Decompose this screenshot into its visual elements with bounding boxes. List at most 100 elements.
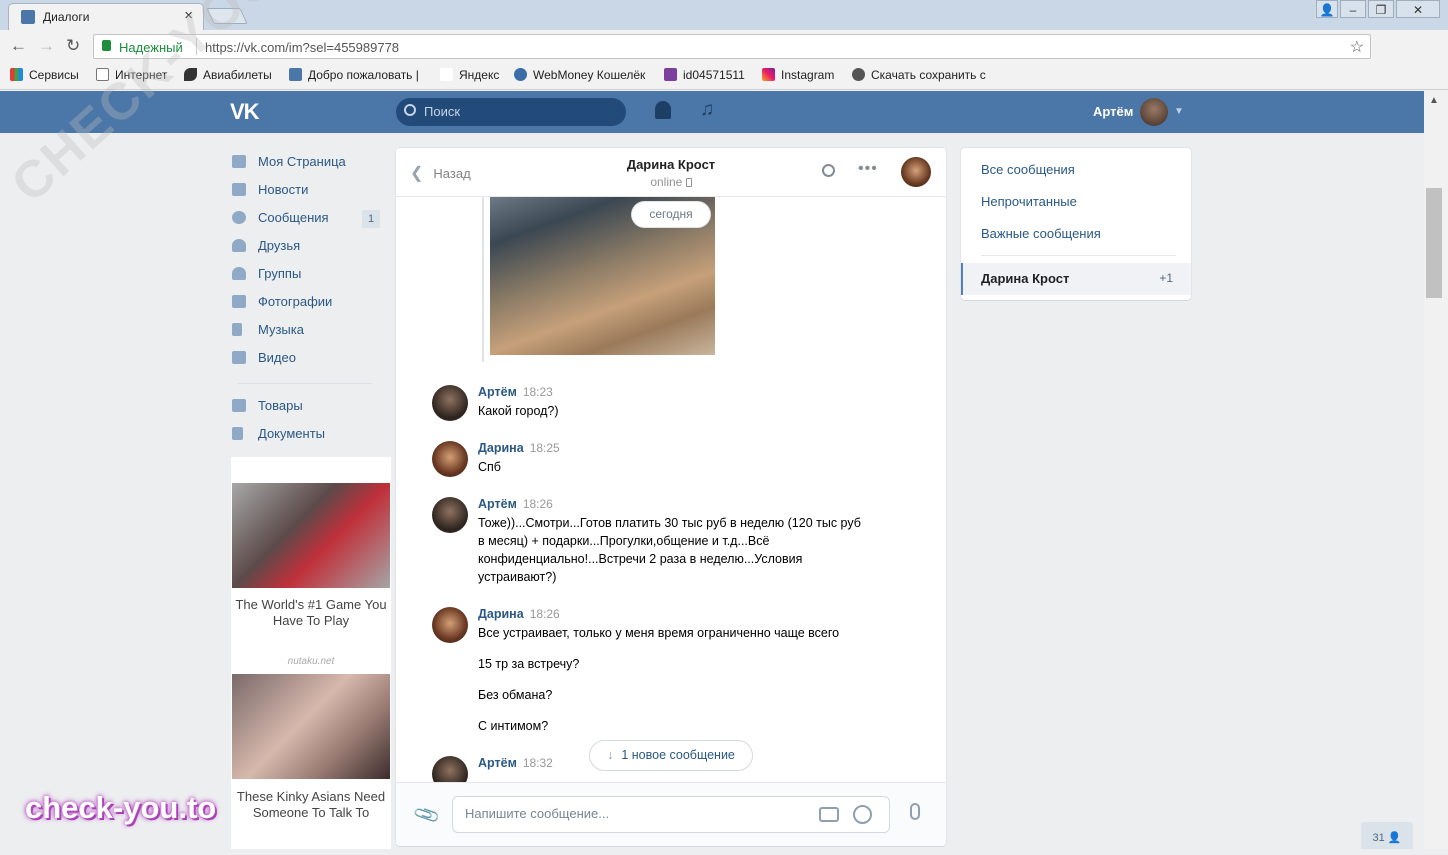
bookmark-download[interactable]: Скачать сохранить с — [852, 68, 986, 82]
chevron-down-icon[interactable]: ▼ — [1174, 106, 1184, 117]
bell-icon[interactable] — [655, 101, 671, 119]
more-icon[interactable]: ••• — [858, 160, 878, 178]
browser-tab[interactable]: Диалоги × — [8, 3, 204, 30]
message-input[interactable] — [465, 806, 805, 821]
bookmark-label: Скачать сохранить с — [871, 68, 986, 82]
bookmark-label: Добро пожаловать | — [308, 68, 419, 82]
ad-image[interactable] — [232, 483, 390, 588]
nav-label: Музыка — [258, 322, 304, 337]
bookmark-services[interactable]: Сервисы — [10, 68, 79, 82]
maximize-button[interactable]: ❐ — [1368, 0, 1394, 18]
nav-news[interactable]: Новости — [230, 176, 380, 204]
message-input-box[interactable] — [452, 796, 890, 833]
bookmark-webmoney[interactable]: WebMoney Кошелёк — [514, 68, 645, 82]
user-icon — [232, 239, 246, 252]
camera-icon[interactable] — [819, 807, 839, 822]
microphone-icon[interactable] — [910, 803, 920, 820]
nav-documents[interactable]: Документы — [230, 420, 380, 448]
nav-my-page[interactable]: Моя Страница — [230, 148, 380, 176]
bookmark-internet[interactable]: Интернет — [96, 68, 167, 82]
ad-text[interactable]: These Kinky Asians Need Someone To Talk … — [231, 789, 391, 821]
forward-icon[interactable]: → — [38, 36, 55, 56]
online-counter[interactable]: 31 👤 — [1361, 822, 1413, 849]
profile-icon[interactable]: 👤 — [1316, 0, 1338, 18]
music-icon — [232, 323, 242, 336]
bookmark-star-icon[interactable]: ☆ — [1350, 37, 1364, 57]
reload-icon[interactable]: ↻ — [66, 36, 80, 56]
eye-icon — [852, 68, 865, 81]
message-filters-panel: Все сообщения Непрочитанные Важные сообщ… — [961, 148, 1191, 300]
page-icon — [96, 68, 109, 81]
avatar[interactable] — [432, 497, 468, 533]
selected-dialog[interactable]: Дарина Крост +1 — [961, 263, 1191, 295]
bookmarks-bar: Сервисы Интернет Авиабилеты Добро пожало… — [0, 62, 1448, 90]
user-avatar[interactable] — [1140, 98, 1168, 126]
avatar[interactable] — [432, 441, 468, 477]
avatar[interactable] — [432, 385, 468, 421]
smile-icon[interactable] — [853, 805, 872, 824]
ad-image[interactable] — [232, 674, 390, 779]
page-scrollbar[interactable]: ▲ — [1424, 91, 1448, 849]
message-author[interactable]: Артём 18:26 — [478, 497, 553, 511]
ad-source: nutaku.net — [287, 656, 335, 667]
users-icon — [232, 267, 246, 280]
back-icon[interactable]: ← — [10, 36, 27, 56]
nav-groups[interactable]: Группы — [230, 260, 380, 288]
paperclip-icon[interactable]: 📎 — [412, 801, 442, 830]
message-author[interactable]: Артём 18:32 — [478, 756, 553, 770]
secure-label: Надежный — [119, 40, 183, 55]
search-field[interactable]: Поиск — [396, 98, 626, 126]
minimize-button[interactable]: – — [1340, 0, 1366, 18]
message-text: Тоже))...Смотри...Готов платить 30 тыс р… — [478, 516, 861, 584]
nav-label: Документы — [258, 426, 326, 441]
message-author[interactable]: Артём 18:23 — [478, 385, 553, 399]
bookmark-vk[interactable]: Добро пожаловать | — [289, 68, 419, 82]
author-name: Артём — [478, 385, 517, 399]
nav-messages[interactable]: Сообщения 1 — [230, 204, 380, 232]
message-author[interactable]: Дарина 18:26 — [478, 607, 560, 621]
nav-label: Видео — [258, 350, 296, 365]
bookmark-instagram[interactable]: Instagram — [762, 68, 834, 82]
url-text[interactable]: https://vk.com/im?sel=455989778 — [205, 40, 399, 55]
new-tab-button[interactable] — [206, 8, 248, 24]
camera-icon — [232, 295, 246, 308]
nav-label: Сообщения — [258, 210, 329, 225]
nav-friends[interactable]: Друзья — [230, 232, 380, 260]
new-message-button[interactable]: ↓ 1 новое сообщение — [589, 740, 753, 771]
nav-market[interactable]: Товары — [230, 392, 380, 420]
avatar[interactable] — [432, 607, 468, 643]
scroll-up-icon[interactable]: ▲ — [1429, 95, 1439, 106]
peer-avatar[interactable] — [901, 157, 931, 187]
nav-label: Группы — [258, 266, 302, 281]
vk-logo[interactable]: VK — [230, 99, 260, 125]
message: Артём 18:26 Тоже))...Смотри...Готов плати… — [432, 497, 892, 589]
bookmark-id[interactable]: id04571511 — [664, 68, 745, 82]
search-placeholder: Поиск — [424, 104, 461, 119]
search-icon[interactable] — [822, 164, 835, 177]
bookmark-label: id04571511 — [683, 68, 745, 82]
address-bar[interactable]: Надежный https://vk.com/im?sel=455989778… — [93, 34, 1371, 59]
filter-important[interactable]: Важные сообщения — [981, 226, 1101, 241]
search-icon — [404, 104, 416, 116]
music-note-icon[interactable]: ♫ — [700, 99, 714, 121]
message: Дарина 18:26 Все устраивает, только у мен… — [432, 607, 892, 737]
message-time: 18:26 — [529, 607, 560, 621]
filter-all-messages[interactable]: Все сообщения — [981, 162, 1075, 177]
close-window-button[interactable]: ✕ — [1396, 0, 1440, 18]
bookmark-flights[interactable]: Авиабилеты — [184, 68, 272, 82]
dialog-unread-count: +1 — [1159, 271, 1173, 285]
nav-video[interactable]: Видео — [230, 344, 380, 372]
close-tab-icon[interactable]: × — [184, 7, 193, 24]
new-message-label: 1 новое сообщение — [621, 748, 735, 762]
scrollbar-thumb[interactable] — [1426, 188, 1442, 298]
nav-music[interactable]: Музыка — [230, 316, 380, 344]
message-text: Без обмана? — [478, 688, 553, 702]
chat-panel: ❮ Назад Дарина Крост online ••• сегодня А… — [396, 148, 946, 846]
tab-title: Диалоги — [43, 10, 90, 24]
ad-text[interactable]: The World's #1 Game You Have To Play — [231, 597, 391, 629]
filter-unread[interactable]: Непрочитанные — [981, 194, 1077, 209]
user-name[interactable]: Артём — [1093, 104, 1133, 119]
message-author[interactable]: Дарина 18:25 — [478, 441, 560, 455]
bookmark-yandex[interactable]: Яндекс — [440, 68, 499, 82]
nav-photos[interactable]: Фотографии — [230, 288, 380, 316]
